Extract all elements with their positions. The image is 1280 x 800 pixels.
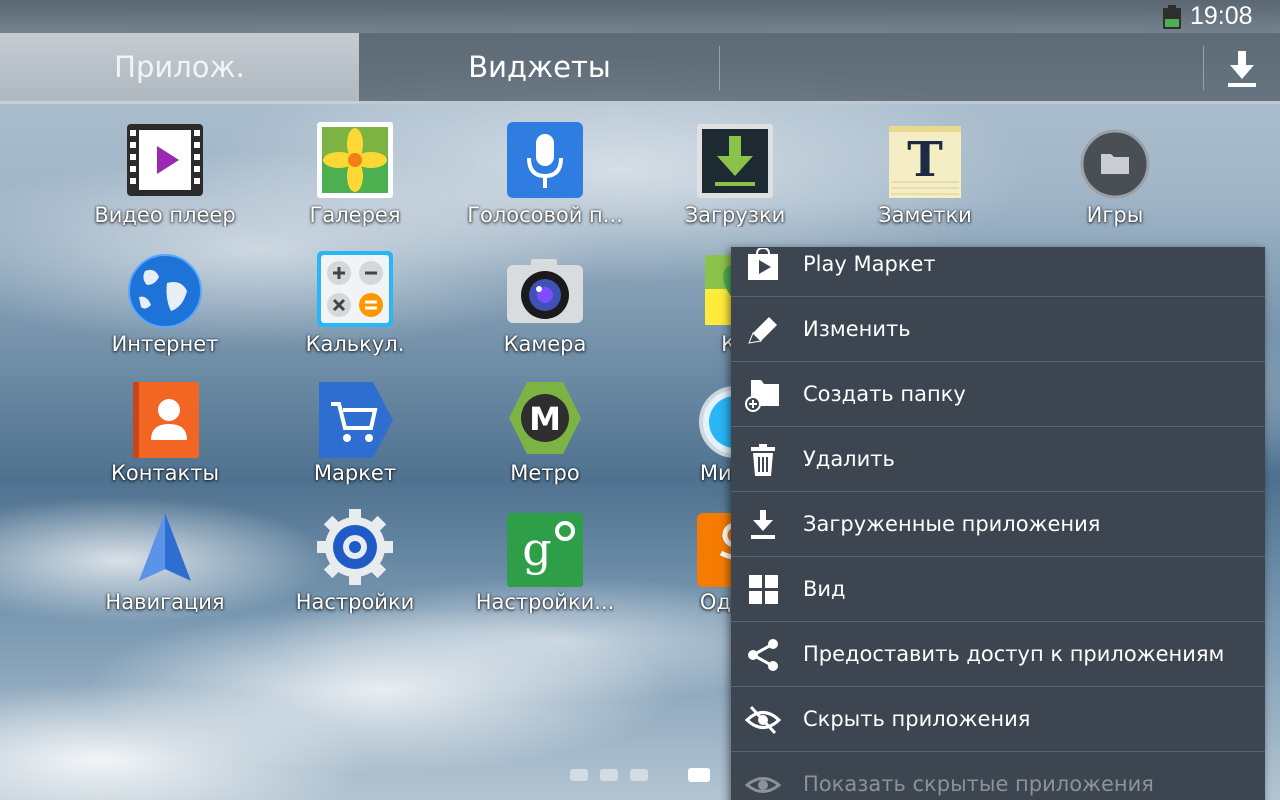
app-label: Игры: [1086, 203, 1144, 227]
menu-item-label: Удалить: [803, 447, 895, 471]
app-label: Калькул.: [305, 332, 405, 356]
trash-icon: [751, 444, 775, 476]
tab-bar: Прилож. Виджеты: [0, 33, 1280, 104]
app-games-folder[interactable]: Игры: [1020, 110, 1210, 235]
page-dot[interactable]: [600, 769, 618, 781]
menu-item-label: Вид: [803, 577, 846, 601]
app-camera[interactable]: Камера: [450, 239, 640, 364]
downloaded-apps-button[interactable]: [1204, 33, 1280, 104]
app-label: Настройки: [295, 590, 415, 614]
menu-item-label: Изменить: [803, 317, 911, 341]
page-dot-active[interactable]: [688, 768, 710, 782]
menu-item-play-market[interactable]: Play Маркет: [731, 247, 1265, 297]
camera-icon: [507, 259, 583, 323]
app-label: Голосовой п...: [467, 203, 623, 227]
app-settings[interactable]: Настройки: [260, 497, 450, 622]
app-notes[interactable]: T Заметки: [830, 110, 1020, 235]
metro-icon: M: [509, 382, 581, 454]
create-folder-icon: [745, 380, 779, 412]
download-icon: [1228, 51, 1256, 87]
menu-item-show-hidden-apps[interactable]: Показать скрытые приложения: [731, 752, 1265, 800]
status-clock: 19:08: [1190, 2, 1253, 30]
svg-text:M: M: [529, 400, 561, 438]
menu-item-label: Play Маркет: [803, 252, 936, 276]
app-label: Заметки: [878, 203, 972, 227]
app-voice-search[interactable]: Голосовой п...: [450, 110, 640, 235]
menu-item-label: Предоставить доступ к приложениям: [803, 642, 1225, 666]
app-video-player[interactable]: Видео плеер: [70, 110, 260, 235]
menu-item-view[interactable]: Вид: [731, 557, 1265, 622]
app-google-settings[interactable]: g Настройки...: [450, 497, 640, 622]
page-dot[interactable]: [570, 769, 588, 781]
app-label: Интернет: [111, 332, 219, 356]
app-metro[interactable]: M Метро: [450, 368, 640, 493]
menu-item-hide-apps[interactable]: Скрыть приложения: [731, 687, 1265, 752]
page-dot[interactable]: [630, 769, 648, 781]
market-cart-icon: [319, 382, 393, 458]
app-label: Метро: [510, 461, 580, 485]
app-gallery[interactable]: Галерея: [260, 110, 450, 235]
options-menu: Play Маркет Изменить Создать папку Удали…: [731, 247, 1265, 800]
app-label: Загрузки: [684, 203, 786, 227]
notes-icon: T: [889, 126, 961, 198]
menu-item-downloaded-apps[interactable]: Загруженные приложения: [731, 492, 1265, 557]
gallery-icon: [317, 122, 393, 198]
menu-item-label: Показать скрытые приложения: [803, 772, 1154, 796]
menu-item-label: Скрыть приложения: [803, 707, 1031, 731]
app-label: Видео плеер: [94, 203, 236, 227]
menu-item-edit[interactable]: Изменить: [731, 297, 1265, 362]
google-settings-icon: g: [507, 513, 583, 587]
menu-item-delete[interactable]: Удалить: [731, 427, 1265, 492]
download-icon: [751, 510, 775, 539]
menu-item-label: Создать папку: [803, 382, 966, 406]
calculator-icon: [317, 251, 393, 327]
page-indicator: [570, 766, 730, 784]
tab-underline: [0, 101, 1280, 104]
app-market[interactable]: Маркет: [260, 368, 450, 493]
tab-widgets[interactable]: Виджеты: [359, 33, 720, 104]
menu-item-share-apps[interactable]: Предоставить доступ к приложениям: [731, 622, 1265, 687]
app-label: Навигация: [105, 590, 225, 614]
app-internet[interactable]: Интернет: [70, 239, 260, 364]
video-player-icon: [127, 124, 203, 196]
app-calculator[interactable]: Калькул.: [260, 239, 450, 364]
hide-eye-icon: [745, 705, 781, 735]
app-downloads[interactable]: Загрузки: [640, 110, 830, 235]
tab-divider: [719, 46, 720, 90]
navigation-arrow-icon: [139, 513, 191, 581]
games-folder-icon: [1080, 129, 1150, 199]
app-label: Камера: [503, 332, 587, 356]
downloads-icon: [697, 124, 773, 198]
app-contacts[interactable]: Контакты: [70, 368, 260, 493]
settings-gear-icon: [317, 509, 393, 585]
pencil-icon: [748, 317, 777, 344]
battery-icon: [1163, 5, 1181, 29]
tab-apps[interactable]: Прилож.: [0, 33, 359, 104]
app-label: Контакты: [110, 461, 220, 485]
svg-text:T: T: [907, 132, 943, 188]
share-icon: [748, 639, 778, 671]
grid-view-icon: [749, 575, 778, 604]
show-eye-icon: [745, 777, 781, 793]
internet-globe-icon: [128, 254, 202, 328]
app-label: Маркет: [313, 461, 397, 485]
menu-item-create-folder[interactable]: Создать папку: [731, 362, 1265, 427]
status-bar: 19:08: [0, 0, 1280, 33]
app-navigation[interactable]: Навигация: [70, 497, 260, 622]
app-label: Настройки...: [475, 590, 615, 614]
menu-item-label: Загруженные приложения: [803, 512, 1101, 536]
svg-text:g: g: [522, 522, 551, 576]
play-store-icon: [748, 248, 778, 280]
voice-search-icon: [507, 122, 583, 198]
app-label: Галерея: [309, 203, 401, 227]
contacts-icon: [133, 382, 199, 458]
